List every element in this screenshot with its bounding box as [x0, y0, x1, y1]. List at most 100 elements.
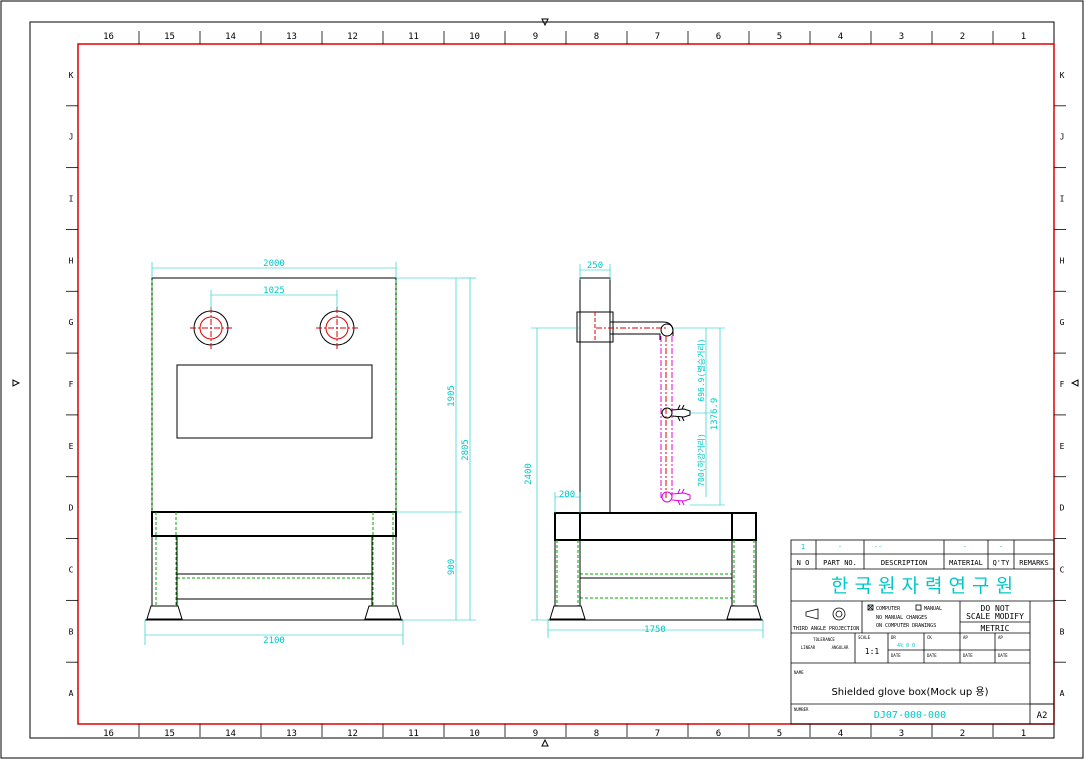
tb-scale-label: SCALE	[858, 635, 871, 640]
zone-row-labels: K K J J I I H H G G F F E E D D C C B B A A	[69, 71, 1065, 698]
dim-cabinet-height: 1905	[447, 385, 457, 407]
tb-header-material: MATERIAL	[949, 559, 983, 567]
side-foot-right	[726, 605, 762, 620]
zone-row-label-right: A	[1060, 689, 1065, 698]
center-mark-right	[1070, 379, 1079, 387]
dim-stand-height: 900	[447, 559, 457, 575]
tb-date-3: DATE	[963, 653, 973, 658]
tb-units: METRIC	[981, 624, 1010, 633]
dim-column-width: 250	[587, 261, 603, 271]
zone-col-label-top: 6	[716, 32, 721, 42]
zone-row-label-left: B	[69, 627, 74, 636]
center-mark-bottom	[541, 738, 549, 747]
tb-ck-label: CK	[927, 635, 932, 640]
tb-ap-label-2: AP	[998, 635, 1003, 640]
zone-col-label-top: 1	[1021, 32, 1026, 42]
tb-sheet-size: A2	[1037, 711, 1048, 721]
zone-col-label-top: 7	[655, 32, 660, 42]
tb-header-no: N O	[797, 559, 810, 567]
side-foot-left	[549, 605, 586, 620]
zone-col-label-bottom: 10	[469, 729, 480, 739]
dim-base-width: 2100	[263, 636, 285, 646]
tb-drawing-number: DJ07-000-000	[874, 710, 946, 721]
side-top-block-right	[731, 512, 757, 541]
dim-arm-reach: 1376.9	[710, 398, 720, 431]
glove-port-right	[316, 307, 358, 349]
tb-number-label: NUMBER	[794, 707, 809, 712]
dim-width-top: 2000	[263, 259, 285, 269]
side-top-block-left	[554, 512, 581, 541]
zone-col-label-bottom: 1	[1021, 729, 1026, 739]
tb-row1-material: -	[963, 543, 967, 551]
dim-range-lower: 700(하강거리)	[696, 433, 706, 487]
zone-col-label-top: 9	[533, 32, 538, 42]
tb-row1-desc: --	[874, 543, 882, 551]
center-mark-left	[12, 379, 21, 387]
zone-row-label-right: I	[1060, 195, 1065, 204]
zone-col-label-bottom: 3	[899, 729, 904, 739]
tb-ap-label: AP	[963, 635, 968, 640]
zone-col-label-top: 5	[777, 32, 782, 42]
tb-name-label: NAME	[794, 670, 804, 675]
zone-row-label-right: H	[1060, 256, 1065, 265]
tb-tolerance-label: TOLERANCE	[813, 637, 835, 642]
title-block-text: 1 - -- - - N O PART NO. DESCRIPTION MATE…	[793, 543, 1049, 721]
side-stand-frame	[554, 512, 757, 541]
zone-row-label-left: H	[69, 256, 74, 265]
tb-header-qty: Q'TY	[993, 559, 1011, 567]
tb-drawing-name: Shielded glove box(Mock up 용)	[831, 686, 988, 698]
zone-row-label-left: D	[69, 504, 74, 513]
front-view-dimension-labels: 2000 1025 1905 2805 900 2100	[263, 259, 471, 646]
front-foot-left	[146, 605, 183, 620]
viewing-window	[176, 364, 373, 439]
tb-row1-qty: -	[999, 543, 1003, 551]
zone-col-label-top: 16	[103, 32, 114, 42]
red-frame	[77, 43, 1055, 725]
zone-col-label-top: 4	[838, 32, 843, 42]
zone-row-label-left: A	[69, 689, 74, 698]
tb-linear-label: LINEAR	[801, 645, 816, 650]
cabinet-body	[151, 277, 397, 513]
tb-date-4: DATE	[998, 653, 1008, 658]
dim-side-height: 2400	[524, 463, 534, 485]
tb-note-1: NO MANUAL CHANGES	[876, 615, 927, 621]
side-view	[548, 277, 763, 621]
tb-row1-no: 1	[801, 543, 805, 551]
tb-angular-label: ANGULAR	[832, 645, 849, 650]
zone-row-label-right: D	[1060, 504, 1065, 513]
zone-col-label-top: 2	[960, 32, 965, 42]
dim-leg-width: 200	[559, 490, 575, 500]
zone-col-label-top: 14	[225, 32, 236, 42]
zone-col-label-bottom: 7	[655, 729, 660, 739]
zone-col-label-top: 12	[347, 32, 358, 42]
zone-col-label-bottom: 2	[960, 729, 965, 739]
zone-row-label-right: F	[1060, 380, 1065, 389]
zone-col-label-bottom: 5	[777, 729, 782, 739]
zone-row-label-left: G	[69, 318, 74, 327]
tb-org-name: 한 국 원 자 력 연 구 원	[831, 575, 1013, 597]
zone-row-label-left: K	[69, 71, 74, 80]
zone-col-label-top: 15	[164, 32, 175, 42]
zone-row-label-left: E	[69, 442, 74, 451]
zone-row-label-right: E	[1060, 442, 1065, 451]
front-view	[145, 277, 403, 621]
tb-note-2: ON COMPUTER DRAWINGS	[876, 623, 936, 629]
zone-col-label-bottom: 8	[594, 729, 599, 739]
sheet-border	[0, 0, 1084, 759]
zone-col-label-bottom: 12	[347, 729, 358, 739]
zone-col-label-bottom: 9	[533, 729, 538, 739]
side-view-dimensions	[531, 264, 764, 638]
zone-col-label-bottom: 16	[103, 729, 114, 739]
dim-port-spacing: 1025	[263, 286, 285, 296]
zone-col-label-top: 3	[899, 32, 904, 42]
tb-computer-label: COMPUTER	[876, 606, 901, 612]
zone-col-label-bottom: 15	[164, 729, 175, 739]
technical-drawing: 16 15 14 13 12 11 10 9 8 7 6 5 4 3 2 1 16 15 14 13 12 11 10 9 8…	[0, 0, 1084, 759]
tb-header-remarks: REMARKS	[1019, 559, 1049, 567]
tb-scale-modify: SCALE MODIFY	[966, 612, 1024, 621]
zone-row-label-right: G	[1060, 318, 1065, 327]
zone-col-label-top: 8	[594, 32, 599, 42]
zone-row-label-right: B	[1060, 627, 1065, 636]
glove-port-left	[190, 307, 232, 349]
front-leg-right	[371, 535, 397, 607]
